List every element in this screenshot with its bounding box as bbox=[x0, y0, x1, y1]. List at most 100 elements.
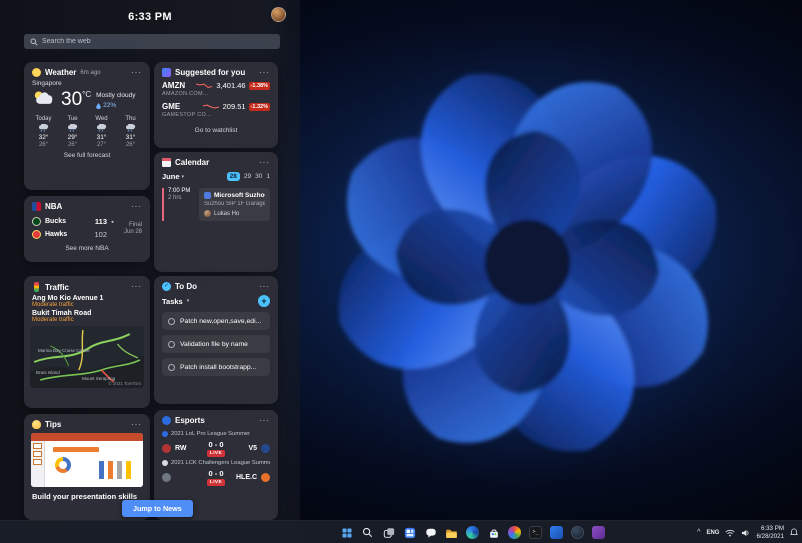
forecast-day: Thu bbox=[125, 116, 136, 122]
user-avatar[interactable] bbox=[271, 7, 286, 22]
calendar-day[interactable]: 1 bbox=[266, 173, 270, 180]
edge-browser-button[interactable] bbox=[464, 524, 481, 541]
folder-icon bbox=[446, 529, 457, 538]
event-organizer: Lukas Ho bbox=[214, 210, 240, 217]
stock-row[interactable]: GME 209.51 -1.32% GAMESTOP CO... bbox=[162, 102, 270, 118]
pinned-app-3-button[interactable] bbox=[590, 524, 607, 541]
store-button[interactable] bbox=[485, 524, 502, 541]
traffic-light-icon bbox=[34, 282, 39, 292]
calendar-title: Calendar bbox=[175, 158, 210, 167]
language-indicator[interactable]: ENG bbox=[706, 530, 719, 536]
traffic-map[interactable]: Marina Bay Cruise Centre Brani Island Mo… bbox=[30, 326, 144, 388]
calendar-event[interactable]: 7:00 PM 2 hrs Microsoft Suzhou Toa... Su… bbox=[162, 188, 270, 221]
lightbulb-icon bbox=[32, 420, 41, 429]
tray-chevron-up-icon[interactable]: ^ bbox=[697, 529, 700, 536]
taskbar-search-button[interactable] bbox=[359, 524, 376, 541]
calendar-month[interactable]: June bbox=[162, 172, 180, 181]
tray-date: 6/28/2021 bbox=[756, 532, 784, 540]
rain-cloud-icon bbox=[39, 124, 49, 132]
search-icon bbox=[30, 38, 38, 46]
nba-widget[interactable]: NBA ··· Bucks 113 ◂ Hawks 102 Final Jun … bbox=[24, 196, 150, 262]
calendar-day[interactable]: 29 bbox=[244, 173, 251, 180]
road-name: Ang Mo Kio Avenue 1 bbox=[32, 295, 104, 302]
file-explorer-button[interactable] bbox=[443, 524, 460, 541]
stocks-header: Suggested for you ··· bbox=[154, 62, 278, 80]
chat-icon bbox=[425, 528, 436, 538]
todo-widget[interactable]: To Do ··· Tasks ▾ + Patch new,open,save,… bbox=[154, 276, 278, 404]
web-search-bar[interactable] bbox=[24, 34, 280, 49]
task-complete-circle[interactable] bbox=[168, 363, 175, 371]
more-options-icon[interactable]: ··· bbox=[259, 416, 270, 425]
terminal-button[interactable]: >_ bbox=[527, 524, 544, 541]
photos-pinwheel-icon bbox=[508, 526, 521, 539]
more-options-icon[interactable]: ··· bbox=[259, 158, 270, 167]
tray-time: 6:33 PM bbox=[760, 524, 784, 532]
tasks-list-label: Tasks bbox=[162, 296, 183, 306]
donut-chart-graphic bbox=[55, 457, 71, 473]
task-label: Patch new,open,save,edi... bbox=[180, 317, 262, 325]
esports-match-row[interactable]: 0 - 0 LIVE HLE.C bbox=[162, 469, 270, 486]
event-time: 7:00 PM bbox=[168, 188, 191, 194]
taskbar-clock[interactable]: 6:33 PM 6/28/2021 bbox=[756, 525, 784, 541]
stocks-widget[interactable]: Suggested for you ··· AMZN 3,401.46 -1.3… bbox=[154, 62, 278, 148]
tasks-list-selector[interactable]: Tasks ▾ bbox=[162, 297, 189, 306]
more-options-icon[interactable]: ··· bbox=[131, 420, 142, 429]
task-item[interactable]: Patch install bootstrapp... bbox=[162, 358, 270, 376]
esports-header: Esports ··· bbox=[154, 410, 278, 428]
traffic-widget[interactable]: Traffic ··· Ang Mo Kio Avenue 1 Moderate… bbox=[24, 276, 150, 408]
task-item[interactable]: Validation file by name bbox=[162, 335, 270, 353]
add-task-button[interactable]: + bbox=[258, 295, 270, 307]
pinned-app-1-button[interactable] bbox=[548, 524, 565, 541]
more-options-icon[interactable]: ··· bbox=[259, 68, 270, 77]
weather-title: Weather bbox=[45, 68, 77, 77]
search-icon bbox=[362, 527, 373, 538]
calendar-day-selected[interactable]: 28 bbox=[226, 172, 240, 181]
pinned-app-2-button[interactable] bbox=[569, 524, 586, 541]
start-button[interactable] bbox=[338, 524, 355, 541]
system-tray: ^ ENG 6:33 PM 6/28/2021 bbox=[697, 521, 798, 543]
search-input[interactable] bbox=[42, 38, 274, 45]
stock-row[interactable]: AMZN 3,401.46 -1.38% AMAZON.COM... bbox=[162, 81, 270, 97]
stock-company: GAMESTOP CO... bbox=[162, 112, 212, 118]
go-to-watchlist-link[interactable]: Go to watchlist bbox=[154, 123, 278, 134]
esports-match-row[interactable]: RW 0 - 0 LIVE V5 bbox=[162, 440, 270, 457]
rain-cloud-icon bbox=[68, 124, 78, 132]
app-ribbon-graphic bbox=[31, 433, 143, 441]
more-options-icon[interactable]: ··· bbox=[131, 283, 142, 291]
jump-to-news-button[interactable]: Jump to News bbox=[122, 500, 193, 517]
cloud-sun-icon bbox=[34, 91, 53, 104]
terminal-icon: >_ bbox=[529, 526, 542, 539]
notification-bell-icon[interactable] bbox=[790, 528, 798, 537]
task-view-button[interactable] bbox=[380, 524, 397, 541]
forecast-hi: 32° bbox=[38, 134, 49, 141]
photos-button[interactable] bbox=[506, 524, 523, 541]
rain-cloud-icon bbox=[126, 124, 136, 132]
more-options-icon[interactable]: ··· bbox=[259, 282, 270, 291]
weather-widget[interactable]: Weather 6m ago ··· Singapore 30°C Mostly… bbox=[24, 62, 150, 190]
wifi-icon[interactable] bbox=[725, 529, 735, 537]
see-full-forecast-link[interactable]: See full forecast bbox=[24, 148, 150, 159]
forecast-lo: 27° bbox=[96, 142, 107, 148]
task-item[interactable]: Patch new,open,save,edi... bbox=[162, 312, 270, 330]
rain-cloud-icon bbox=[97, 124, 107, 132]
calendar-widget[interactable]: Calendar ··· June ▾ 28 29 30 1 7:00 PM 2… bbox=[154, 152, 278, 272]
task-complete-circle[interactable] bbox=[168, 317, 175, 325]
traffic-header: Traffic ··· bbox=[24, 276, 150, 295]
road-name: Bukit Timah Road bbox=[32, 310, 92, 317]
volume-icon[interactable] bbox=[741, 529, 750, 537]
more-options-icon[interactable]: ··· bbox=[131, 202, 142, 211]
tips-thumbnail[interactable] bbox=[31, 433, 143, 487]
chat-button[interactable] bbox=[422, 524, 439, 541]
esports-league-row: 2021 LCK Challengers League Summer bbox=[162, 460, 270, 466]
see-more-nba-link[interactable]: See more NBA bbox=[24, 241, 150, 252]
traffic-road: Bukit Timah Road Moderate traffic bbox=[24, 310, 150, 323]
weather-condition-block: Mostly cloudy 22% bbox=[96, 90, 135, 109]
calendar-day[interactable]: 30 bbox=[255, 173, 262, 180]
widgets-button[interactable] bbox=[401, 524, 418, 541]
team-logo-icon bbox=[162, 444, 171, 453]
map-label: Marina Bay Cruise Centre bbox=[38, 348, 90, 353]
widgets-panel: 6:33 PM Weather 6m ago ··· Singapore bbox=[0, 0, 300, 543]
task-complete-circle[interactable] bbox=[168, 340, 175, 348]
more-options-icon[interactable]: ··· bbox=[131, 68, 142, 77]
todo-header: To Do ··· bbox=[154, 276, 278, 294]
